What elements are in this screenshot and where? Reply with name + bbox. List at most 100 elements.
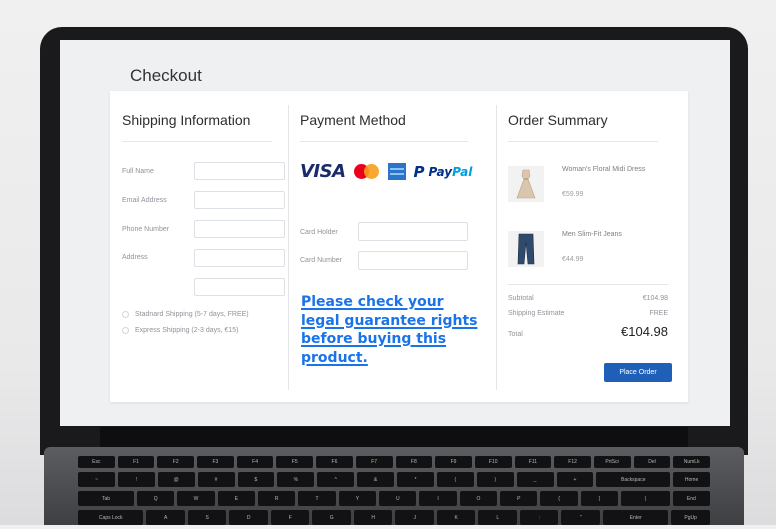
key[interactable]: F4 <box>236 456 274 468</box>
order-item-name: Men Slim-Fit Jeans <box>562 231 622 238</box>
key[interactable]: W <box>177 491 215 506</box>
key[interactable]: * <box>397 472 434 487</box>
order-item-price: €44.99 <box>562 256 584 263</box>
card-holder-input[interactable] <box>358 222 468 241</box>
key[interactable]: R <box>258 491 296 506</box>
key[interactable]: G <box>312 510 351 525</box>
payment-heading: Payment Method <box>300 112 406 128</box>
key[interactable]: F5 <box>276 456 314 468</box>
key[interactable]: $ <box>237 472 275 487</box>
standard-shipping-label: Stadnard Shipping (5-7 days, FREE) <box>135 311 249 318</box>
key[interactable]: H <box>353 510 393 525</box>
phone-label: Phone Number <box>122 226 170 233</box>
key[interactable]: F9 <box>435 456 472 468</box>
key[interactable]: A <box>146 510 185 525</box>
divider <box>122 141 272 142</box>
key[interactable]: Q <box>137 491 175 506</box>
key[interactable]: J <box>395 510 434 525</box>
legal-guarantee-link[interactable]: Please check your legal guarantee rights… <box>301 293 479 367</box>
shipping-estimate-value: FREE <box>649 310 668 317</box>
key[interactable]: ! <box>117 472 155 487</box>
enter-key[interactable]: Enter <box>602 510 669 525</box>
key[interactable]: " <box>561 510 600 525</box>
key[interactable]: NumLk <box>673 456 710 468</box>
order-summary-heading: Order Summary <box>508 112 608 128</box>
key[interactable]: End <box>672 491 711 506</box>
backspace-key[interactable]: Backspace <box>596 472 671 487</box>
key[interactable]: Del <box>633 456 671 468</box>
order-item-name: Woman's Floral Midi Dress <box>562 166 646 173</box>
key[interactable]: % <box>277 472 315 487</box>
payment-brands: VISA P PayPal <box>300 161 472 182</box>
radio-button[interactable] <box>122 327 129 334</box>
key[interactable]: F <box>270 510 310 525</box>
email-input[interactable] <box>194 191 285 209</box>
key[interactable]: T <box>298 491 336 506</box>
key[interactable]: F1 <box>117 456 155 468</box>
keyboard: Esc F1 F2 F3 F4 F5 F6 F7 F8 F9 F10 F11 F… <box>78 456 711 529</box>
radio-button[interactable] <box>122 311 129 318</box>
key[interactable]: F6 <box>316 456 353 468</box>
key[interactable]: F10 <box>474 456 512 468</box>
key[interactable]: PrtScr <box>593 456 631 468</box>
key[interactable]: F12 <box>554 456 591 468</box>
card-number-label: Card Number <box>300 257 343 264</box>
key[interactable]: O <box>459 491 498 506</box>
key[interactable]: Esc <box>78 456 115 468</box>
key[interactable]: } <box>580 491 619 506</box>
card-holder-label: Card Holder <box>300 229 338 236</box>
paypal-logo[interactable]: P PayPal <box>414 163 473 181</box>
key[interactable]: F7 <box>355 456 393 468</box>
caps-lock-key[interactable]: Caps Lock <box>78 510 144 525</box>
key[interactable]: D <box>229 510 268 525</box>
card-number-input[interactable] <box>358 251 468 270</box>
key[interactable]: + <box>556 472 594 487</box>
subtotal-row: Subtotal €104.98 <box>508 295 668 302</box>
key[interactable]: Home <box>673 472 710 487</box>
express-shipping-option[interactable]: Express Shipping (2-3 days, €15) <box>122 327 239 334</box>
paypal-icon: P <box>413 162 425 181</box>
laptop-hinge <box>100 427 688 447</box>
key[interactable]: _ <box>516 472 554 487</box>
standard-shipping-option[interactable]: Stadnard Shipping (5-7 days, FREE) <box>122 311 249 318</box>
key[interactable]: P <box>500 491 538 506</box>
key[interactable]: PgUp <box>671 510 710 525</box>
payment-section: Payment Method VISA P PayPal Card Holder… <box>300 91 488 402</box>
key[interactable]: | <box>621 491 670 506</box>
key[interactable]: S <box>187 510 227 525</box>
subtotal-label: Subtotal <box>508 295 534 302</box>
phone-input[interactable] <box>194 220 285 238</box>
email-label: Email Address <box>122 197 167 204</box>
key[interactable]: : <box>519 510 559 525</box>
key[interactable]: L <box>478 510 517 525</box>
key[interactable]: K <box>436 510 476 525</box>
key[interactable]: # <box>197 472 235 487</box>
key[interactable]: ~ <box>78 472 115 487</box>
tab-key[interactable]: Tab <box>78 491 135 506</box>
key[interactable]: @ <box>157 472 195 487</box>
place-order-button[interactable]: Place Order <box>604 363 672 382</box>
key[interactable]: ^ <box>317 472 355 487</box>
total-value: €104.98 <box>621 324 668 339</box>
full-name-input[interactable] <box>194 162 285 180</box>
mastercard-icon[interactable] <box>353 162 380 182</box>
key[interactable]: & <box>357 472 394 487</box>
shipping-estimate-row: Shipping Estimate FREE <box>508 310 668 317</box>
amex-card-icon[interactable] <box>387 163 406 180</box>
laptop-screen: Checkout Shipping Information Full Name … <box>60 40 730 426</box>
key[interactable]: F2 <box>157 456 195 468</box>
key[interactable]: ) <box>476 472 514 487</box>
key[interactable]: E <box>217 491 256 506</box>
key[interactable]: Y <box>338 491 377 506</box>
key[interactable]: F8 <box>395 456 433 468</box>
divider <box>300 141 468 142</box>
key[interactable]: { <box>540 491 578 506</box>
address-input-line1[interactable] <box>194 249 285 267</box>
key[interactable]: F3 <box>197 456 234 468</box>
address-input-line2[interactable] <box>194 278 285 296</box>
key[interactable]: U <box>379 491 417 506</box>
key[interactable]: F11 <box>514 456 552 468</box>
key[interactable]: I <box>419 491 457 506</box>
visa-logo[interactable]: VISA <box>300 161 346 182</box>
key[interactable]: ( <box>436 472 474 487</box>
